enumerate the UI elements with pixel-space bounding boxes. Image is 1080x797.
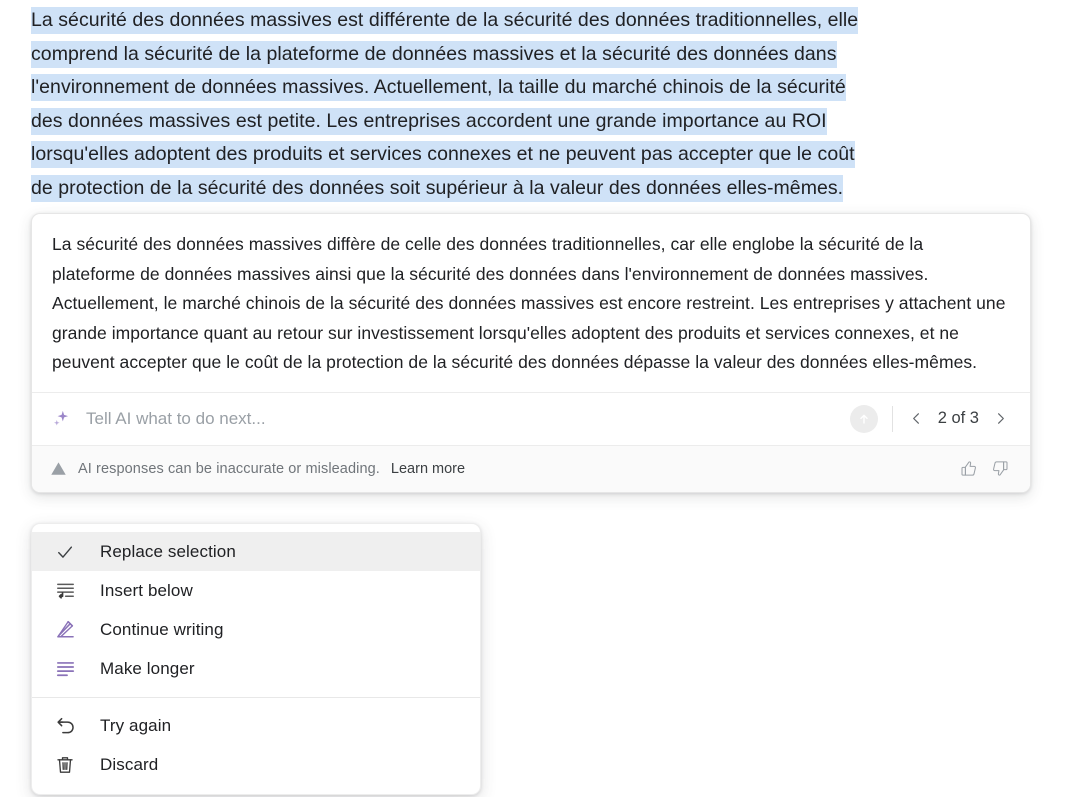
text-lines-icon bbox=[54, 658, 76, 680]
selected-text-line: comprend la sécurité de la plateforme de… bbox=[31, 38, 1011, 72]
disclaimer-text: AI responses can be inaccurate or mislea… bbox=[78, 460, 380, 477]
pager-label: 2 of 3 bbox=[937, 409, 979, 427]
menu-item-discard[interactable]: Discard bbox=[32, 745, 480, 784]
selected-text-line-content: comprend la sécurité de la plateforme de… bbox=[31, 40, 837, 68]
selected-text-line: des données massives est petite. Les ent… bbox=[31, 105, 1011, 139]
send-button[interactable] bbox=[849, 404, 878, 433]
menu-item-label: Insert below bbox=[100, 580, 193, 600]
ai-prompt-input[interactable] bbox=[86, 405, 850, 432]
selected-text-line-content: des données massives est petite. Les ent… bbox=[31, 107, 827, 135]
selected-text-line-content: La sécurité des données massives est dif… bbox=[31, 7, 859, 34]
selected-text-line-content: lorsqu'elles adoptent des produits et se… bbox=[31, 141, 855, 169]
sparkle-icon bbox=[54, 410, 69, 426]
selected-text-line-content: de protection de la sécurité des données… bbox=[31, 174, 844, 202]
ai-writing-assistant-screen: La sécurité des données massives est dif… bbox=[0, 0, 1080, 797]
check-icon bbox=[54, 541, 76, 563]
thumbs-down-button[interactable] bbox=[986, 455, 1014, 483]
pencil-icon bbox=[54, 619, 76, 641]
thumbs-up-button[interactable] bbox=[954, 455, 982, 483]
ai-response-text: La sécurité des données massives diffère… bbox=[52, 234, 1006, 372]
chevron-right-icon bbox=[997, 413, 1004, 424]
warning-triangle-icon bbox=[51, 462, 66, 475]
arrow-up-circle-icon bbox=[859, 414, 868, 424]
learn-more-link[interactable]: Learn more bbox=[391, 461, 465, 477]
menu-item-continue-writing[interactable]: Continue writing bbox=[32, 610, 480, 649]
undo-arrow-icon bbox=[54, 715, 76, 737]
chevron-left-icon bbox=[913, 413, 920, 424]
selected-text-line: lorsqu'elles adoptent des produits et se… bbox=[31, 138, 1011, 172]
ai-prompt-row: 2 of 3 bbox=[32, 391, 1030, 445]
selected-text-line-content: l'environnement de données massives. Act… bbox=[31, 74, 846, 102]
menu-item-label: Make longer bbox=[100, 658, 195, 678]
menu-item-try-again[interactable]: Try again bbox=[32, 706, 480, 745]
menu-item-make-longer[interactable]: Make longer bbox=[32, 649, 480, 688]
response-pager: 2 of 3 bbox=[905, 407, 1016, 431]
menu-item-replace-selection[interactable]: Replace selection bbox=[32, 532, 480, 571]
next-response-button[interactable] bbox=[988, 407, 1012, 431]
previous-response-button[interactable] bbox=[905, 407, 929, 431]
pager-divider bbox=[891, 405, 893, 432]
menu-item-label: Discard bbox=[100, 754, 159, 774]
trash-icon bbox=[54, 754, 76, 776]
ai-disclaimer-footer: AI responses can be inaccurate or mislea… bbox=[32, 444, 1030, 492]
ai-actions-menu: Replace selection Insert below Continue … bbox=[31, 523, 481, 795]
ai-response-card: La sécurité des données massives diffère… bbox=[31, 213, 1031, 493]
thumbs-up-icon bbox=[960, 461, 976, 476]
thumbs-down-icon bbox=[992, 461, 1008, 476]
document-selected-text[interactable]: La sécurité des données massives est dif… bbox=[31, 4, 1011, 206]
selected-text-line: l'environnement de données massives. Act… bbox=[31, 71, 1011, 105]
menu-item-label: Try again bbox=[100, 715, 172, 735]
menu-item-label: Replace selection bbox=[100, 541, 236, 561]
menu-item-insert-below[interactable]: Insert below bbox=[32, 571, 480, 610]
menu-divider bbox=[32, 697, 480, 698]
insert-below-icon bbox=[54, 580, 76, 602]
selected-text-line: La sécurité des données massives est dif… bbox=[31, 4, 1011, 38]
selected-text-line: de protection de la sécurité des données… bbox=[31, 172, 1011, 206]
menu-item-label: Continue writing bbox=[100, 619, 224, 639]
